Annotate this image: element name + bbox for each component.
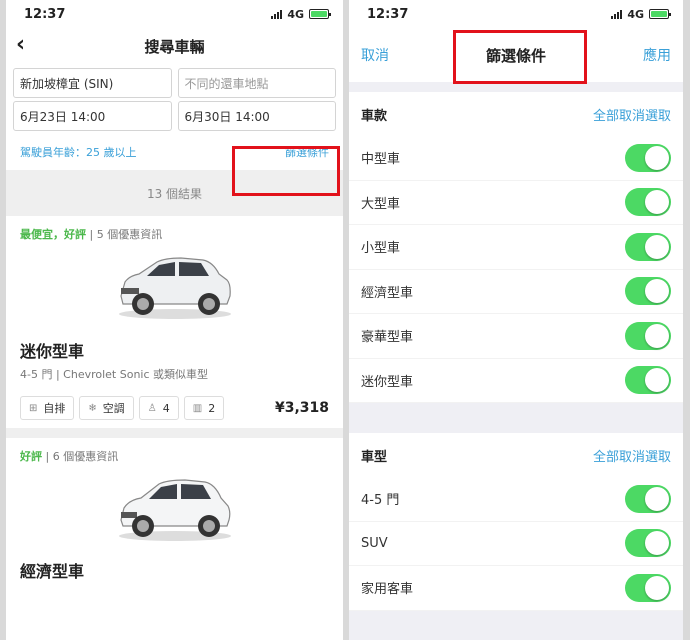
filter-option: 家用客車 [349,566,683,611]
toggle-switch[interactable] [625,188,671,217]
car-price: ¥3,318 [274,400,329,416]
car-image [20,464,329,550]
pickup-datetime-field[interactable]: 6月23日 14:00 [13,101,172,131]
section-header-car-class: 車款 全部取消選取 [349,92,683,136]
car-name: 迷你型車 [20,342,85,361]
status-bar: 12:37 4G [349,0,683,28]
toggle-switch[interactable] [625,366,671,395]
page-title: 搜尋車輛 [144,37,205,56]
battery-icon [649,9,671,19]
toggle-switch[interactable] [625,277,671,306]
deal-count: | 5 個優惠資訊 [89,228,163,241]
filter-option: 經濟型車 [349,269,683,314]
signal-icon [271,9,283,19]
section-header-car-type: 車型 全部取消選取 [349,433,683,477]
bags-badge: ▥ 2 [183,396,225,420]
return-location-field[interactable]: 不同的還車地點 [177,68,336,98]
toggle-switch[interactable] [625,573,671,602]
card-divider [6,428,343,438]
deal-tag: 好評 [20,450,42,463]
status-time: 12:37 [367,6,409,22]
car-card[interactable]: 好評 | 6 個優惠資訊 經濟型車 [6,438,343,590]
status-bar: 12:37 4G [6,0,343,28]
apply-button[interactable]: 應用 [643,45,671,65]
filter-option: 迷你型車 [349,358,683,403]
gearshift-icon: ⊞ [29,402,38,414]
seats-badge: ♙ 4 [138,396,179,420]
car-subtitle: 4-5 門 | Chevrolet Sonic 或類似車型 [20,368,209,381]
transmission-badge: ⊞ 自排 [20,396,75,420]
luggage-icon: ▥ [192,402,203,414]
deselect-all-button[interactable]: 全部取消選取 [593,446,671,465]
person-icon: ♙ [147,402,157,414]
car-image [20,242,329,328]
network-label: 4G [287,7,304,21]
toggle-switch[interactable] [625,529,671,558]
driver-age-link[interactable]: 駕駛員年齡：25 歲以上 [20,144,137,160]
battery-icon [309,9,331,19]
deselect-all-button[interactable]: 全部取消選取 [593,105,671,124]
toggle-switch[interactable] [625,321,671,350]
deal-count: | 6 個優惠資訊 [45,450,119,463]
deal-tag: 最便宜，好評 [20,228,86,241]
car-card[interactable]: 最便宜，好評 | 5 個優惠資訊 迷你型車 4-5 門 | Chevrolet … [6,216,343,428]
toggle-switch[interactable] [625,484,671,513]
cancel-button[interactable]: 取消 [361,45,389,65]
return-datetime-field[interactable]: 6月30日 14:00 [177,101,336,131]
car-name: 經濟型車 [20,562,85,581]
filter-screen: 12:37 4G 取消 篩選條件 應用 車款 全部取消選取 中型車 大型車 小型… [349,0,683,640]
network-label: 4G [627,7,644,21]
section-title: 車款 [361,108,388,124]
filter-option: 豪華型車 [349,314,683,359]
nav-bar: ‹ 搜尋車輛 [6,28,343,64]
ac-badge: ❄ 空調 [79,396,134,420]
filter-option: 大型車 [349,180,683,225]
toggle-switch[interactable] [625,143,671,172]
pickup-location-field[interactable]: 新加坡樟宜 (SIN) [13,68,172,98]
filter-highlight-box [232,146,340,196]
filter-option: SUV [349,521,683,566]
snowflake-icon: ❄ [88,402,97,414]
title-highlight-box [453,30,587,84]
filter-option: 4-5 門 [349,477,683,522]
chevron-left-icon[interactable]: ‹ [16,32,25,57]
filter-option: 小型車 [349,225,683,270]
signal-icon [611,9,623,19]
filter-option: 中型車 [349,136,683,181]
search-results-screen: 12:37 4G ‹ 搜尋車輛 新加坡樟宜 (SIN) 不同的還車地點 6月23… [6,0,343,640]
section-title: 車型 [361,449,388,465]
status-time: 12:37 [24,6,66,22]
section-separator [349,403,683,433]
toggle-switch[interactable] [625,232,671,261]
